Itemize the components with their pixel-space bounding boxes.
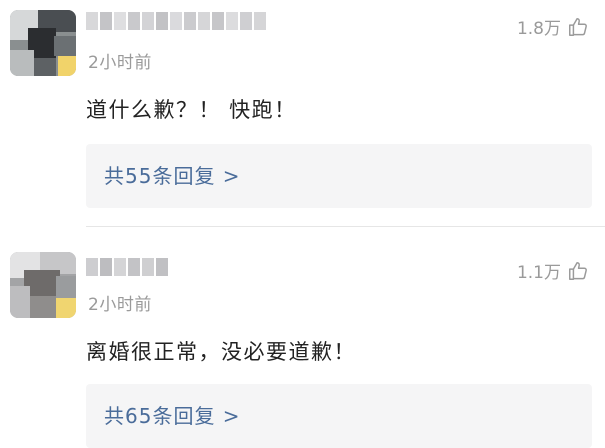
thumbs-up-icon (567, 16, 589, 38)
comment-text: 离婚很正常，没必要道歉！ (86, 340, 356, 364)
comment-time: 2小时前 (88, 53, 152, 73)
avatar[interactable] (10, 10, 76, 76)
comment-time: 2小时前 (88, 295, 152, 315)
thumbs-up-icon (567, 260, 589, 282)
like-count: 1.1万 (516, 263, 561, 283)
username-blurred[interactable] (86, 12, 266, 30)
view-replies-link[interactable]: 共55条回复 > (104, 144, 241, 208)
comment-item: 2小时前 1.8万 道什么歉？！ 快跑！ 共55条回复 > (0, 0, 605, 222)
avatar[interactable] (10, 252, 76, 318)
like-button[interactable]: 1.1万 (517, 258, 589, 283)
view-replies-link[interactable]: 共65条回复 > (104, 384, 241, 448)
comment-text: 道什么歉？！ 快跑！ (86, 98, 297, 122)
comment-item: 2小时前 1.1万 离婚很正常，没必要道歉！ 共65条回复 > (0, 222, 605, 448)
like-button[interactable]: 1.8万 (517, 14, 589, 39)
username-blurred[interactable] (86, 258, 168, 276)
like-count: 1.8万 (516, 19, 561, 39)
reply-box[interactable]: 共55条回复 > (86, 144, 592, 208)
reply-box[interactable]: 共65条回复 > (86, 384, 592, 448)
